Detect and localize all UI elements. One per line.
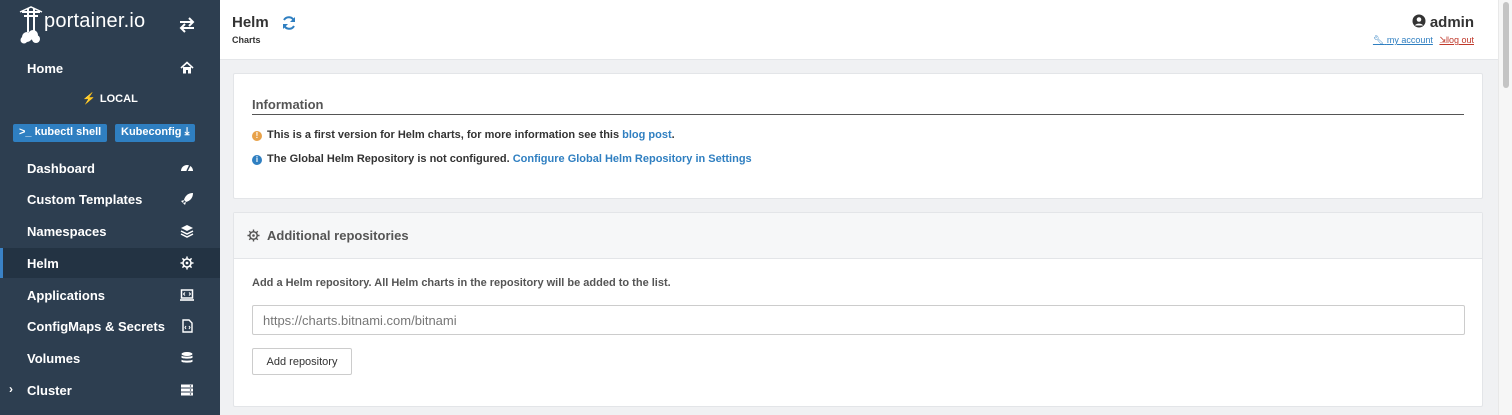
scrollbar-thumb[interactable]	[1503, 2, 1509, 88]
configure-global-repo-link[interactable]: Configure Global Helm Repository in Sett…	[513, 153, 752, 165]
sidebar-item-home[interactable]: Home	[0, 53, 220, 83]
sidebar-item-configmaps-secrets[interactable]: ConfigMaps & Secrets	[0, 311, 220, 341]
layers-icon	[180, 225, 194, 238]
information-panel: Information ! This is a first version for…	[233, 73, 1483, 199]
chevron-right-icon: ›	[9, 382, 13, 396]
my-account-link[interactable]: 🔧︎ my account	[1373, 35, 1433, 45]
rocket-icon	[181, 193, 193, 205]
sign-out-icon: ⇲	[1439, 35, 1447, 45]
page-title: Helm	[232, 14, 269, 31]
sidebar-item-label: Cluster	[27, 383, 72, 398]
plug-icon: ⚡	[82, 93, 96, 105]
sidebar: portainer.io Home ⚡ LOCAL >_ kubectl shel…	[0, 0, 220, 415]
download-icon: ⤓	[184, 126, 190, 138]
laptop-code-icon	[180, 289, 194, 301]
username: admin	[1429, 14, 1474, 31]
server-icon	[181, 384, 193, 396]
kubeconfig-label: Kubeconfig	[121, 126, 182, 138]
sidebar-item-label: Custom Templates	[27, 192, 143, 207]
sidebar-item-label: Volumes	[27, 351, 81, 366]
repositories-title: Additional repositories	[267, 228, 409, 243]
swap-toggle-icon[interactable]	[178, 16, 196, 34]
divider	[252, 114, 1464, 115]
helm-icon	[180, 256, 194, 270]
sidebar-item-label: ConfigMaps & Secrets	[27, 319, 165, 334]
sidebar-item-label: Applications	[27, 288, 106, 303]
environment-label: ⚡ LOCAL	[82, 93, 138, 105]
info-circle-icon: i	[252, 155, 262, 165]
helm-icon	[247, 229, 260, 242]
info-line-global-repo: i The Global Helm Repository is not confi…	[252, 153, 752, 165]
user-links: 🔧︎ my account ⇲log out	[1373, 35, 1474, 46]
home-icon	[180, 61, 194, 74]
page-header: Helm Charts admin 🔧︎ my account ⇲log out	[220, 0, 1498, 60]
sidebar-item-label: Home	[27, 61, 64, 76]
sidebar-item-label: Helm	[27, 256, 59, 271]
sidebar-item-label: Dashboard	[27, 161, 95, 176]
brand-name: portainer.io	[44, 10, 146, 32]
file-code-icon	[182, 319, 193, 333]
repositories-header: Additional repositories	[234, 213, 1482, 259]
user-circle-icon	[1412, 14, 1426, 28]
page-subtitle: Charts	[232, 35, 261, 45]
exclamation-circle-icon: !	[252, 131, 262, 141]
repositories-description: Add a Helm repository. All Helm charts i…	[252, 277, 671, 289]
wrench-icon: 🔧︎	[1372, 35, 1385, 45]
sidebar-item-label: Namespaces	[27, 224, 107, 239]
tachometer-icon	[181, 164, 193, 172]
info-line-helm-version: ! This is a first version for Helm charts…	[252, 129, 675, 141]
sidebar-item-custom-templates[interactable]: Custom Templates	[0, 184, 220, 214]
database-icon	[181, 352, 193, 363]
sidebar-item-namespaces[interactable]: Namespaces	[0, 216, 220, 246]
sidebar-item-helm[interactable]: Helm	[0, 248, 220, 278]
portainer-logo-icon	[19, 6, 43, 44]
sidebar-item-applications[interactable]: Applications	[0, 280, 220, 310]
brand: portainer.io	[0, 0, 220, 48]
repository-url-input[interactable]	[252, 305, 1465, 335]
sidebar-item-cluster[interactable]: › Cluster	[0, 375, 220, 405]
user-menu: admin	[1412, 14, 1474, 31]
kubectl-shell-button[interactable]: >_ kubectl shell	[13, 124, 108, 142]
sidebar-item-dashboard[interactable]: Dashboard	[0, 153, 220, 183]
logout-link[interactable]: ⇲log out	[1439, 35, 1474, 45]
sidebar-item-volumes[interactable]: Volumes	[0, 343, 220, 373]
page-scrollbar[interactable]	[1498, 0, 1512, 415]
refresh-icon[interactable]	[281, 15, 297, 31]
repositories-panel: Additional repositories Add a Helm repos…	[233, 212, 1483, 407]
kubeconfig-button[interactable]: Kubeconfig ⤓	[115, 124, 196, 142]
blog-post-link[interactable]: blog post	[622, 129, 672, 141]
information-title: Information	[252, 97, 324, 112]
add-repository-button[interactable]: Add repository	[252, 348, 352, 375]
